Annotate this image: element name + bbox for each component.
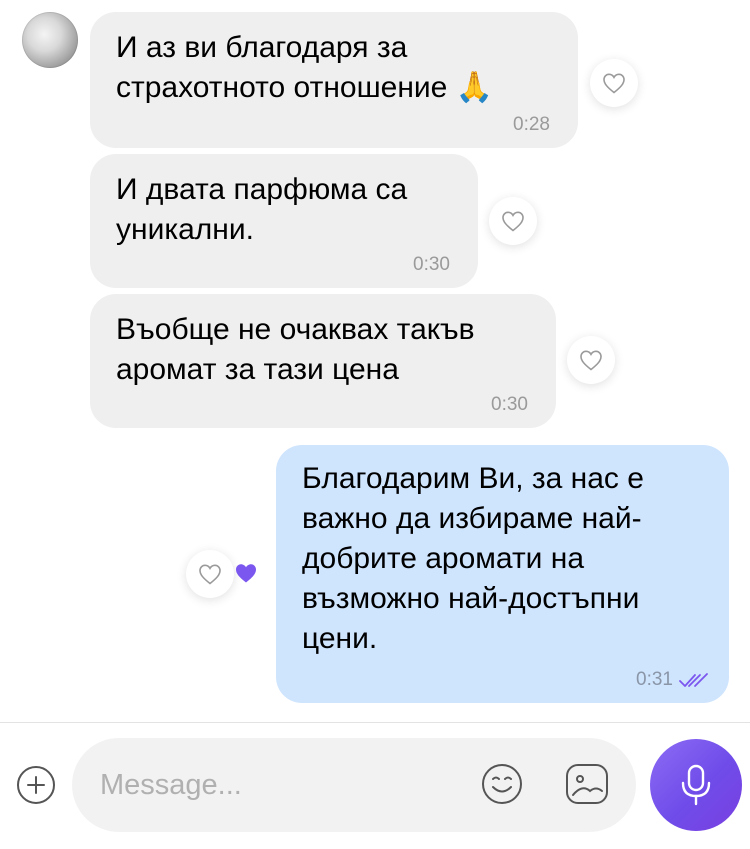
message-time: 0:31 (636, 669, 673, 690)
message-meta: 0:31 (636, 669, 709, 691)
message-bubble-outgoing[interactable]: Благодарим Ви, за нас е важно да избирам… (276, 445, 729, 703)
message-time: 0:28 (513, 114, 550, 135)
contact-avatar[interactable] (22, 12, 78, 68)
like-button[interactable] (567, 336, 615, 384)
heart-outline-icon (580, 350, 602, 371)
add-attachment-button[interactable] (17, 766, 55, 804)
heart-outline-icon (199, 564, 221, 585)
message-time: 0:30 (491, 394, 528, 415)
message-bubble-incoming[interactable]: И аз ви благодаря за страхотното отношен… (90, 12, 578, 148)
message-text: Благодарим Ви, за нас е важно да избирам… (302, 462, 644, 655)
message-text: И двата парфюма са уникални. (116, 173, 408, 246)
message-bubble-incoming[interactable]: Въобще не очаквах такъв аромат за тази ц… (90, 294, 556, 428)
purple-heart-reaction-icon[interactable] (234, 562, 258, 584)
message-text: Въобще не очаквах такъв аромат за тази ц… (116, 313, 475, 386)
message-bubble-incoming[interactable]: И двата парфюма са уникални. 0:30 (90, 154, 478, 288)
heart-outline-icon (502, 211, 524, 232)
heart-outline-icon (603, 73, 625, 94)
message-text: И аз ви благодаря за страхотното отношен… (116, 31, 494, 104)
microphone-icon (681, 764, 711, 806)
plus-icon (27, 776, 45, 794)
smiley-icon[interactable] (480, 762, 524, 806)
composer-divider (0, 722, 750, 723)
message-time: 0:30 (413, 254, 450, 275)
message-placeholder: Message... (100, 769, 242, 801)
like-button[interactable] (489, 197, 537, 245)
message-input[interactable]: Message... (72, 738, 636, 832)
sticker-icon[interactable] (564, 762, 610, 806)
like-button[interactable] (590, 59, 638, 107)
double-check-icon (679, 673, 708, 687)
like-button[interactable] (186, 550, 234, 598)
voice-message-button[interactable] (650, 739, 742, 831)
